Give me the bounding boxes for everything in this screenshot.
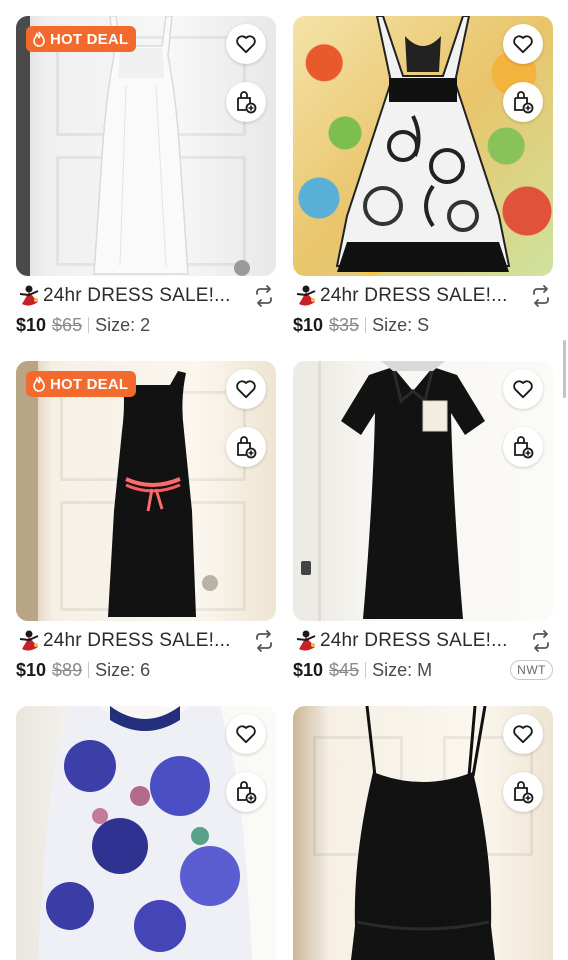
shopping-bag-plus-icon	[237, 91, 257, 114]
listing-size: Size: 6	[95, 659, 151, 680]
heart-icon	[513, 380, 533, 399]
listing-card[interactable]: 24hr DRESS SALE!... $10 $45 Size: M NWT	[293, 361, 553, 683]
hot-deal-label: HOT DEAL	[50, 375, 129, 393]
listing-size: Size: 2	[95, 314, 151, 335]
listing-price: $10	[16, 659, 47, 680]
share-icon[interactable]	[529, 629, 553, 653]
like-button[interactable]	[226, 714, 266, 754]
divider	[88, 662, 90, 678]
like-button[interactable]	[503, 714, 543, 754]
listing-price: $10	[293, 314, 324, 335]
seller-avatar-icon	[19, 285, 39, 306]
original-price: $89	[52, 659, 83, 680]
listing-title: 24hr DRESS SALE!...	[320, 285, 508, 306]
flame-icon	[33, 31, 45, 47]
add-to-bundle-button[interactable]	[226, 427, 266, 467]
listing-size: Size: M	[372, 659, 433, 680]
dress-image	[108, 371, 196, 617]
add-to-bundle-button[interactable]	[503, 82, 543, 122]
flame-icon	[33, 376, 45, 392]
dress-image	[335, 16, 511, 272]
heart-icon	[236, 380, 256, 399]
listing-card[interactable]: 24hr DRESS SALE!... $10 $35 Size: S	[293, 16, 553, 338]
divider	[88, 317, 90, 333]
price-row: $10 $45 Size: M NWT	[293, 657, 553, 683]
seller-avatar-icon	[296, 630, 316, 651]
listing-title-row[interactable]: 24hr DRESS SALE!...	[293, 284, 553, 308]
hot-deal-badge: HOT DEAL	[26, 371, 137, 397]
add-to-bundle-button[interactable]	[226, 82, 266, 122]
like-button[interactable]	[226, 24, 266, 64]
dress-image	[351, 706, 495, 960]
add-to-bundle-button[interactable]	[503, 427, 543, 467]
listing-info: 24hr DRESS SALE!... $10 $35 Size: S	[293, 276, 553, 338]
listing-card[interactable]	[293, 706, 553, 960]
dress-image	[38, 706, 252, 960]
dress-image	[341, 361, 485, 619]
price-row: $10 $89 Size: 6	[16, 657, 276, 683]
listing-card[interactable]	[16, 706, 276, 960]
listing-photo[interactable]: HOT DEAL	[16, 16, 276, 276]
listing-card[interactable]: HOT DEAL 24hr DRESS SALE!... $10 $89 Siz…	[16, 361, 276, 683]
listing-photo[interactable]: HOT DEAL	[16, 361, 276, 621]
like-button[interactable]	[226, 369, 266, 409]
listing-photo[interactable]	[293, 361, 553, 621]
shopping-bag-plus-icon	[237, 436, 257, 459]
listing-info: 24hr DRESS SALE!... $10 $65 Size: 2	[16, 276, 276, 338]
listing-photo[interactable]	[293, 706, 553, 960]
shopping-bag-plus-icon	[237, 781, 257, 804]
listing-price: $10	[293, 659, 324, 680]
shopping-bag-plus-icon	[514, 436, 534, 459]
listing-card[interactable]: HOT DEAL 24hr DRESS SALE!... $10 $65 Siz…	[16, 16, 276, 338]
listing-info: 24hr DRESS SALE!... $10 $89 Size: 6	[16, 621, 276, 683]
divider	[365, 662, 367, 678]
listing-info: 24hr DRESS SALE!... $10 $45 Size: M NWT	[293, 621, 553, 683]
share-icon[interactable]	[252, 284, 276, 308]
scrollbar[interactable]	[563, 340, 566, 398]
add-to-bundle-button[interactable]	[503, 772, 543, 812]
original-price: $45	[329, 659, 360, 680]
listing-grid: HOT DEAL 24hr DRESS SALE!... $10 $65 Siz…	[0, 0, 568, 960]
price-row: $10 $35 Size: S	[293, 312, 553, 338]
heart-icon	[513, 725, 533, 744]
listing-size: Size: S	[372, 314, 430, 335]
listing-title: 24hr DRESS SALE!...	[43, 630, 231, 651]
listing-price: $10	[16, 314, 47, 335]
listing-title-row[interactable]: 24hr DRESS SALE!...	[16, 629, 276, 653]
dress-image	[93, 16, 189, 275]
price-row: $10 $65 Size: 2	[16, 312, 276, 338]
seller-avatar-icon	[296, 285, 316, 306]
share-icon[interactable]	[252, 629, 276, 653]
listing-title-row[interactable]: 24hr DRESS SALE!...	[16, 284, 276, 308]
shopping-bag-plus-icon	[514, 91, 534, 114]
seller-avatar-icon	[19, 630, 39, 651]
share-icon[interactable]	[529, 284, 553, 308]
heart-icon	[236, 725, 256, 744]
hot-deal-badge: HOT DEAL	[26, 26, 137, 52]
listing-title: 24hr DRESS SALE!...	[43, 285, 231, 306]
add-to-bundle-button[interactable]	[226, 772, 266, 812]
like-button[interactable]	[503, 24, 543, 64]
nwt-tag: NWT	[510, 660, 553, 680]
listing-title: 24hr DRESS SALE!...	[320, 630, 508, 651]
like-button[interactable]	[503, 369, 543, 409]
listing-photo[interactable]	[293, 16, 553, 276]
heart-icon	[236, 35, 256, 54]
divider	[365, 317, 367, 333]
original-price: $35	[329, 314, 360, 335]
shopping-bag-plus-icon	[514, 781, 534, 804]
heart-icon	[513, 35, 533, 54]
listing-title-row[interactable]: 24hr DRESS SALE!...	[293, 629, 553, 653]
listing-photo[interactable]	[16, 706, 276, 960]
hot-deal-label: HOT DEAL	[50, 30, 129, 48]
original-price: $65	[52, 314, 83, 335]
